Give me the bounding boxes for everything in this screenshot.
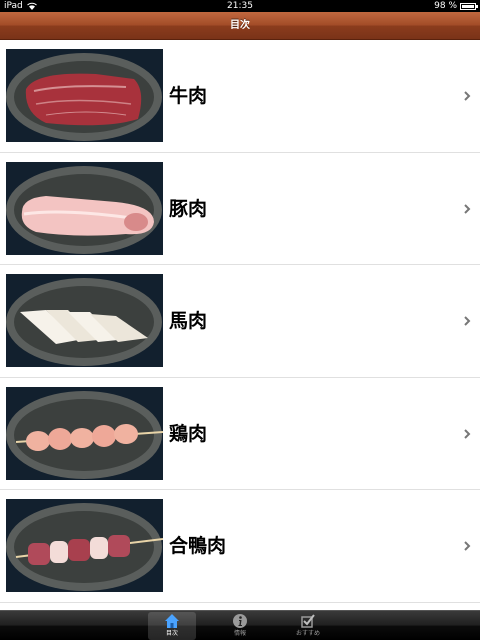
meat-list: 牛肉 豚肉 馬肉 鶏肉 合鴨肉 (0, 40, 480, 610)
tab-label: 目次 (165, 630, 178, 637)
chevron-right-icon (464, 541, 471, 551)
status-right: 98 % (434, 0, 478, 12)
checkbox-icon (301, 614, 315, 628)
status-time: 21:35 (227, 1, 253, 11)
chevron-right-icon (464, 428, 471, 439)
list-item-pork[interactable]: 豚肉 (0, 152, 480, 265)
list-item-beef[interactable]: 牛肉 (0, 40, 480, 153)
list-item-horse[interactable]: 馬肉 (0, 265, 480, 378)
beef-steak-image (6, 49, 163, 142)
list-item-label: 合鴨肉 (169, 535, 227, 557)
list-item-label: 牛肉 (169, 85, 208, 107)
battery-icon (460, 2, 478, 10)
list-item-label: 豚肉 (169, 197, 208, 220)
page-title: 目次 (230, 20, 250, 31)
list-item-label: 鶏肉 (169, 422, 208, 445)
info-icon (233, 614, 247, 628)
chevron-right-icon (464, 91, 471, 101)
tab-info[interactable]: 情報 (216, 612, 264, 640)
chevron-right-icon (464, 316, 471, 326)
tab-recommended[interactable]: おすすめ (284, 612, 332, 640)
tab-contents[interactable]: 目次 (148, 612, 196, 640)
tab-label: おすすめ (295, 630, 320, 637)
tab-bar: 目次 情報 おすすめ (0, 610, 480, 640)
house-icon (165, 614, 179, 628)
chicken-skewer-image (6, 386, 163, 480)
duck-skewer-image (6, 499, 163, 592)
chevron-right-icon (464, 203, 471, 214)
battery-percent: 98 % (434, 1, 457, 11)
tab-label: 情報 (233, 630, 246, 637)
navigation-bar: 目次 (0, 12, 480, 40)
list-item-chicken[interactable]: 鶏肉 (0, 377, 480, 490)
list-item-duck[interactable]: 合鴨肉 (0, 490, 480, 603)
status-bar: iPad 21:35 98 % (0, 0, 480, 12)
horse-sashimi-image (6, 274, 163, 367)
pork-chop-image (6, 161, 163, 255)
list-item-label: 馬肉 (169, 310, 208, 332)
